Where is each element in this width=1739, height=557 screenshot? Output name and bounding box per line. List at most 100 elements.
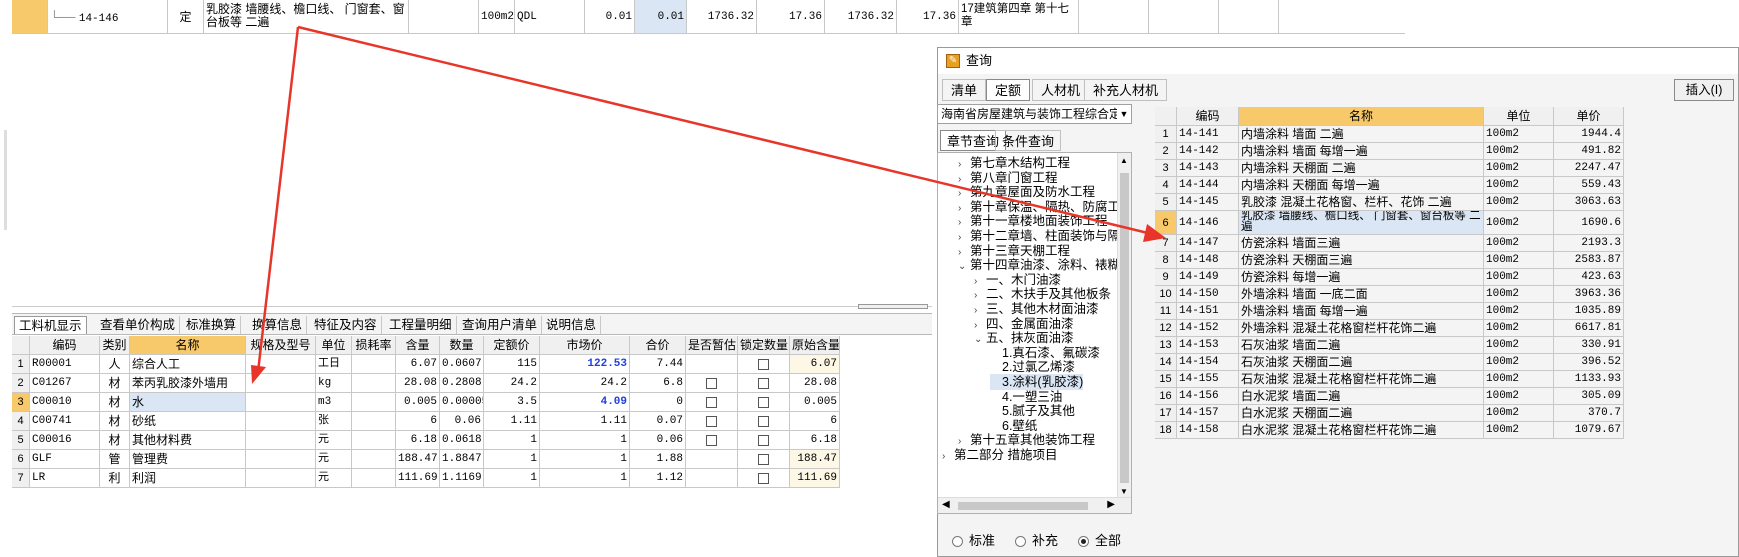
tree-scroll-thumb[interactable] <box>1120 173 1129 483</box>
table-row[interactable]: 1 14-141 内墙涂料 墙面 二遍 100m2 1944.4 <box>1155 126 1644 143</box>
scroll-up-icon[interactable]: ▲ <box>1120 156 1128 165</box>
cell-price[interactable]: 396.52 <box>1554 354 1624 371</box>
cell-code[interactable]: 14-142 <box>1177 143 1239 160</box>
cell-unit[interactable]: kg <box>316 374 352 393</box>
insert-button[interactable]: 插入(I) <box>1674 79 1734 101</box>
col-total[interactable]: 合价 <box>630 336 686 355</box>
cell-spec[interactable] <box>246 412 316 431</box>
table-row[interactable]: 5 C00016 材其他材料费元 6.18 0.0618 1 1 0.06 6.18 <box>12 431 932 450</box>
cell-unit[interactable]: 100m2 <box>1484 126 1554 143</box>
table-row[interactable]: 2 14-142 内墙涂料 墙面 每增一遍 100m2 491.82 <box>1155 143 1644 160</box>
table-row[interactable]: 4 14-144 内墙涂料 天棚面 每增一遍 100m2 559.43 <box>1155 177 1644 194</box>
cell-price[interactable]: 1035.89 <box>1554 303 1624 320</box>
tree-node[interactable]: › 第九章屋面及防水工程 <box>958 184 1095 200</box>
tab-description[interactable]: 说明信息 <box>542 316 602 334</box>
cell-code[interactable]: 14-150 <box>1177 286 1239 303</box>
cell-code[interactable]: 14-144 <box>1177 177 1239 194</box>
cell-unit[interactable]: 张 <box>316 412 352 431</box>
cell-code[interactable]: GLF <box>30 450 100 469</box>
quota-library-select[interactable]: 海南省房屋建筑与装饰工程综合定额 ▼ <box>937 104 1132 124</box>
tree-node[interactable]: › 四、金属面油漆 <box>974 316 1074 332</box>
cell-price[interactable]: 330.91 <box>1554 337 1624 354</box>
cell-code[interactable]: 14-146 <box>1177 211 1239 235</box>
cell-estimate[interactable] <box>686 393 738 412</box>
cell-unit[interactable]: 100m2 <box>1484 320 1554 337</box>
cell-lock[interactable] <box>738 412 790 431</box>
table-row[interactable]: 16 14-156 白水泥浆 墙面二遍 100m2 305.09 <box>1155 388 1644 405</box>
cell-original[interactable]: 111.69 <box>790 469 840 488</box>
cell-code[interactable]: C00010 <box>30 393 100 412</box>
quota-row[interactable]: └── 14-146 定 乳胶漆 墙腰线、檐口线、 门窗套、窗台板等 二遍 10… <box>12 0 1405 34</box>
pane-divider[interactable] <box>12 306 932 307</box>
cell-lock[interactable] <box>738 431 790 450</box>
cell-name[interactable]: 乳胶漆 混凝土花格窗、栏杆、花饰 二遍 <box>1239 194 1484 211</box>
cell-estimate[interactable] <box>686 412 738 431</box>
cell-base-price[interactable]: 1 <box>484 431 540 450</box>
cell-base-price[interactable]: 24.2 <box>484 374 540 393</box>
col-unit[interactable]: 单位 <box>1484 107 1554 126</box>
cell-market-price[interactable]: 1 <box>540 431 630 450</box>
cell-code[interactable]: R00001 <box>30 355 100 374</box>
tree-vertical-scrollbar[interactable]: ▲ ▼ <box>1117 153 1131 499</box>
tree-node[interactable]: 1.真石漆、氟碳漆 <box>990 345 1100 361</box>
cell-code[interactable]: 14-158 <box>1177 422 1239 439</box>
tab-bill-list[interactable]: 清单 <box>942 79 987 101</box>
table-row[interactable]: 7 LR 利利润元 111.69 1.1169 1 1 1.12 111.69 <box>12 469 932 488</box>
tree-hscroll-thumb[interactable] <box>958 502 1088 510</box>
cell-total[interactable]: 1.12 <box>630 469 686 488</box>
cell-unit[interactable]: m3 <box>316 393 352 412</box>
tab-materials[interactable]: 工料机显示 <box>14 316 87 334</box>
cell-lock[interactable] <box>738 374 790 393</box>
table-row[interactable]: 3 14-143 内墙涂料 天棚面 二遍 100m2 2247.47 <box>1155 160 1644 177</box>
cell-estimate[interactable] <box>686 374 738 393</box>
cell-name[interactable]: 仿瓷涂料 墙面三遍 <box>1239 235 1484 252</box>
cell-name[interactable]: 其他材料费 <box>130 431 246 450</box>
cell-price[interactable]: 1944.4 <box>1554 126 1624 143</box>
cell-market-price[interactable]: 1.11 <box>540 412 630 431</box>
cell-quantity[interactable]: 0.2808 <box>440 374 484 393</box>
cell-estimate[interactable] <box>686 450 738 469</box>
cell-category[interactable]: 材 <box>100 393 130 412</box>
cell-unit[interactable]: 100m2 <box>1484 371 1554 388</box>
cell-code[interactable]: 14-141 <box>1177 126 1239 143</box>
cell-price[interactable]: 3963.36 <box>1554 286 1624 303</box>
col-unit[interactable]: 单位 <box>316 336 352 355</box>
cell-content[interactable]: 6.18 <box>396 431 440 450</box>
cell-category[interactable]: 人 <box>100 355 130 374</box>
tree-node[interactable]: › 第十章保温、隔热、防腐工 <box>958 199 1120 215</box>
cell-unit[interactable]: 100m2 <box>1484 337 1554 354</box>
cell-quantity[interactable]: 0.0607 <box>440 355 484 374</box>
cell-unit[interactable]: 100m2 <box>1484 405 1554 422</box>
tree-node[interactable]: 2.过氯乙烯漆 <box>990 359 1075 375</box>
cell-quantity[interactable]: 0.00005 <box>440 393 484 412</box>
cell-name[interactable]: 管理费 <box>130 450 246 469</box>
col-code[interactable]: 编码 <box>30 336 100 355</box>
cell-market-price[interactable]: 1 <box>540 450 630 469</box>
cell-name[interactable]: 砂纸 <box>130 412 246 431</box>
splitter-handle[interactable] <box>858 304 928 309</box>
cell-price[interactable]: 370.7 <box>1554 405 1624 422</box>
cell-market-price[interactable]: 24.2 <box>540 374 630 393</box>
cell-market-price[interactable]: 122.53 <box>540 355 630 374</box>
tab-standard-conversion[interactable]: 标准换算 <box>182 316 242 334</box>
cell-loss[interactable] <box>352 469 396 488</box>
scroll-down-icon[interactable]: ▼ <box>1120 487 1128 496</box>
cell-lock[interactable] <box>738 469 790 488</box>
cell-name[interactable]: 乳胶漆 墙腰线、檐口线、 门窗套、窗台板等 二遍 <box>1239 211 1484 235</box>
table-row[interactable]: 13 14-153 石灰油浆 墙面二遍 100m2 330.91 <box>1155 337 1644 354</box>
cell-estimate[interactable] <box>686 355 738 374</box>
cell-name[interactable]: 白水泥浆 混凝土花格窗栏杆花饰二遍 <box>1239 422 1484 439</box>
checkbox[interactable] <box>706 397 717 409</box>
tree-node[interactable]: ⌄ 第十四章油漆、涂料、裱糊 <box>958 257 1120 273</box>
table-row[interactable]: 7 14-147 仿瓷涂料 墙面三遍 100m2 2193.3 <box>1155 235 1644 252</box>
cell-original[interactable]: 6 <box>790 412 840 431</box>
cell-name[interactable]: 外墙涂料 墙面 一底二面 <box>1239 286 1484 303</box>
cell-quantity[interactable]: 1.8847 <box>440 450 484 469</box>
cell-total[interactable]: 6.8 <box>630 374 686 393</box>
tree-node[interactable]: › 第十一章楼地面装饰工程 <box>958 213 1108 229</box>
dialog-title-bar[interactable]: ✎ 查询 <box>938 48 1738 74</box>
cell-code[interactable]: C00741 <box>30 412 100 431</box>
checkbox[interactable] <box>706 416 717 428</box>
cell-price[interactable]: 559.43 <box>1554 177 1624 194</box>
cell-content[interactable]: 111.69 <box>396 469 440 488</box>
